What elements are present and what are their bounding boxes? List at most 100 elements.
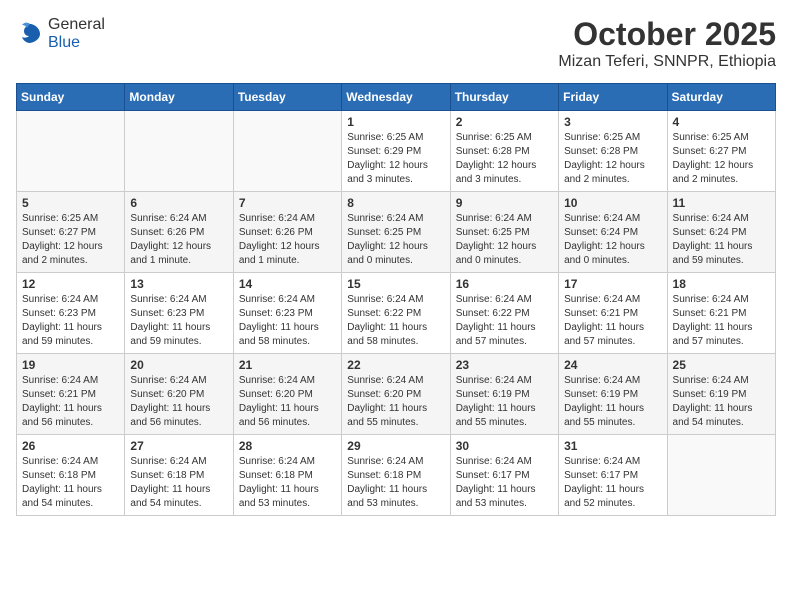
- table-row: 8 Sunrise: 6:24 AM Sunset: 6:25 PM Daylig…: [342, 192, 450, 273]
- calendar-week-row: 19 Sunrise: 6:24 AM Sunset: 6:21 PM Dayli…: [17, 354, 776, 435]
- table-row: 1 Sunrise: 6:25 AM Sunset: 6:29 PM Daylig…: [342, 111, 450, 192]
- table-row: 4 Sunrise: 6:25 AM Sunset: 6:27 PM Daylig…: [667, 111, 775, 192]
- day-info: Sunrise: 6:25 AM Sunset: 6:28 PM Dayligh…: [456, 131, 553, 187]
- day-info: Sunrise: 6:24 AM Sunset: 6:18 PM Dayligh…: [239, 455, 336, 511]
- logo-text: General Blue: [48, 16, 105, 52]
- day-number: 5: [22, 196, 119, 210]
- day-number: 30: [456, 439, 553, 453]
- day-info: Sunrise: 6:24 AM Sunset: 6:18 PM Dayligh…: [22, 455, 119, 511]
- day-number: 12: [22, 277, 119, 291]
- col-friday: Friday: [559, 84, 667, 111]
- table-row: 12 Sunrise: 6:24 AM Sunset: 6:23 PM Dayli…: [17, 273, 125, 354]
- table-row: 24Sunrise: 6:24 AM Sunset: 6:19 PM Dayli…: [559, 354, 667, 435]
- day-info: Sunrise: 6:24 AM Sunset: 6:20 PM Dayligh…: [239, 374, 336, 430]
- day-info: Sunrise: 6:24 AM Sunset: 6:19 PM Dayligh…: [564, 374, 661, 430]
- day-number: 14: [239, 277, 336, 291]
- day-number: 4: [673, 115, 770, 129]
- table-row: 18 Sunrise: 6:24 AM Sunset: 6:21 PM Dayli…: [667, 273, 775, 354]
- table-row: 9 Sunrise: 6:24 AM Sunset: 6:25 PM Daylig…: [450, 192, 558, 273]
- table-row: 2 Sunrise: 6:25 AM Sunset: 6:28 PM Daylig…: [450, 111, 558, 192]
- table-row: [125, 111, 233, 192]
- day-number: 26: [22, 439, 119, 453]
- day-info: Sunrise: 6:24 AM Sunset: 6:24 PM Dayligh…: [673, 212, 770, 268]
- day-info: Sunrise: 6:24 AM Sunset: 6:21 PM Dayligh…: [673, 293, 770, 349]
- day-number: 23: [456, 358, 553, 372]
- page-subtitle: Mizan Teferi, SNNPR, Ethiopia: [558, 53, 776, 71]
- logo: General Blue: [16, 16, 105, 52]
- col-thursday: Thursday: [450, 84, 558, 111]
- table-row: 27 Sunrise: 6:24 AM Sunset: 6:18 PM Dayli…: [125, 435, 233, 516]
- logo-general: General: [48, 16, 105, 33]
- table-row: 26 Sunrise: 6:24 AM Sunset: 6:18 PM Dayli…: [17, 435, 125, 516]
- day-info: Sunrise: 6:24 AM Sunset: 6:23 PM Dayligh…: [22, 293, 119, 349]
- day-number: 8: [347, 196, 444, 210]
- table-row: 14 Sunrise: 6:24 AM Sunset: 6:23 PM Dayli…: [233, 273, 341, 354]
- day-info: Sunrise: 6:24 AM Sunset: 6:17 PM Dayligh…: [564, 455, 661, 511]
- day-info: Sunrise: 6:25 AM Sunset: 6:28 PM Dayligh…: [564, 131, 661, 187]
- day-info: Sunrise: 6:24 AM Sunset: 6:25 PM Dayligh…: [456, 212, 553, 268]
- day-info: Sunrise: 6:24 AM Sunset: 6:18 PM Dayligh…: [130, 455, 227, 511]
- day-number: 3: [564, 115, 661, 129]
- table-row: 20Sunrise: 6:24 AM Sunset: 6:20 PM Dayli…: [125, 354, 233, 435]
- day-number: 18: [673, 277, 770, 291]
- table-row: 15 Sunrise: 6:24 AM Sunset: 6:22 PM Dayli…: [342, 273, 450, 354]
- day-info: Sunrise: 6:24 AM Sunset: 6:21 PM Dayligh…: [22, 374, 119, 430]
- day-number: 13: [130, 277, 227, 291]
- table-row: [17, 111, 125, 192]
- table-row: 31 Sunrise: 6:24 AM Sunset: 6:17 PM Dayli…: [559, 435, 667, 516]
- day-info: Sunrise: 6:25 AM Sunset: 6:29 PM Dayligh…: [347, 131, 444, 187]
- day-info: Sunrise: 6:24 AM Sunset: 6:17 PM Dayligh…: [456, 455, 553, 511]
- day-number: 29: [347, 439, 444, 453]
- day-info: Sunrise: 6:24 AM Sunset: 6:26 PM Dayligh…: [239, 212, 336, 268]
- table-row: 16Sunrise: 6:24 AM Sunset: 6:22 PM Dayli…: [450, 273, 558, 354]
- table-row: 11Sunrise: 6:24 AM Sunset: 6:24 PM Dayli…: [667, 192, 775, 273]
- day-info: Sunrise: 6:24 AM Sunset: 6:20 PM Dayligh…: [347, 374, 444, 430]
- day-info: Sunrise: 6:24 AM Sunset: 6:18 PM Dayligh…: [347, 455, 444, 511]
- day-number: 2: [456, 115, 553, 129]
- calendar-week-row: 26 Sunrise: 6:24 AM Sunset: 6:18 PM Dayli…: [17, 435, 776, 516]
- day-info: Sunrise: 6:24 AM Sunset: 6:22 PM Dayligh…: [347, 293, 444, 349]
- table-row: 25 Sunrise: 6:24 AM Sunset: 6:19 PM Dayli…: [667, 354, 775, 435]
- table-row: 10 Sunrise: 6:24 AM Sunset: 6:24 PM Dayli…: [559, 192, 667, 273]
- day-number: 21: [239, 358, 336, 372]
- table-row: 5 Sunrise: 6:25 AM Sunset: 6:27 PM Daylig…: [17, 192, 125, 273]
- table-row: 17 Sunrise: 6:24 AM Sunset: 6:21 PM Dayli…: [559, 273, 667, 354]
- day-number: 19: [22, 358, 119, 372]
- day-number: 31: [564, 439, 661, 453]
- day-info: Sunrise: 6:24 AM Sunset: 6:23 PM Dayligh…: [239, 293, 336, 349]
- day-number: 25: [673, 358, 770, 372]
- calendar-week-row: 1 Sunrise: 6:25 AM Sunset: 6:29 PM Daylig…: [17, 111, 776, 192]
- col-monday: Monday: [125, 84, 233, 111]
- col-wednesday: Wednesday: [342, 84, 450, 111]
- col-sunday: Sunday: [17, 84, 125, 111]
- day-info: Sunrise: 6:25 AM Sunset: 6:27 PM Dayligh…: [673, 131, 770, 187]
- day-number: 6: [130, 196, 227, 210]
- day-number: 22: [347, 358, 444, 372]
- day-info: Sunrise: 6:24 AM Sunset: 6:24 PM Dayligh…: [564, 212, 661, 268]
- day-info: Sunrise: 6:24 AM Sunset: 6:25 PM Dayligh…: [347, 212, 444, 268]
- day-number: 17: [564, 277, 661, 291]
- calendar-week-row: 12 Sunrise: 6:24 AM Sunset: 6:23 PM Dayli…: [17, 273, 776, 354]
- day-number: 1: [347, 115, 444, 129]
- table-row: 29 Sunrise: 6:24 AM Sunset: 6:18 PM Dayli…: [342, 435, 450, 516]
- table-row: 30 Sunrise: 6:24 AM Sunset: 6:17 PM Dayli…: [450, 435, 558, 516]
- day-number: 10: [564, 196, 661, 210]
- table-row: 23 Sunrise: 6:24 AM Sunset: 6:19 PM Dayli…: [450, 354, 558, 435]
- day-number: 15: [347, 277, 444, 291]
- day-number: 20: [130, 358, 227, 372]
- day-info: Sunrise: 6:24 AM Sunset: 6:19 PM Dayligh…: [673, 374, 770, 430]
- day-info: Sunrise: 6:24 AM Sunset: 6:19 PM Dayligh…: [456, 374, 553, 430]
- day-info: Sunrise: 6:25 AM Sunset: 6:27 PM Dayligh…: [22, 212, 119, 268]
- table-row: 19 Sunrise: 6:24 AM Sunset: 6:21 PM Dayli…: [17, 354, 125, 435]
- calendar-table: Sunday Monday Tuesday Wednesday Thursday…: [16, 83, 776, 516]
- col-saturday: Saturday: [667, 84, 775, 111]
- table-row: 13Sunrise: 6:24 AM Sunset: 6:23 PM Dayli…: [125, 273, 233, 354]
- title-block: October 2025 Mizan Teferi, SNNPR, Ethiop…: [558, 16, 776, 71]
- table-row: 22 Sunrise: 6:24 AM Sunset: 6:20 PM Dayli…: [342, 354, 450, 435]
- day-number: 27: [130, 439, 227, 453]
- logo-icon: [16, 20, 44, 48]
- day-number: 28: [239, 439, 336, 453]
- day-info: Sunrise: 6:24 AM Sunset: 6:21 PM Dayligh…: [564, 293, 661, 349]
- day-number: 9: [456, 196, 553, 210]
- page-header: General Blue October 2025 Mizan Teferi, …: [16, 16, 776, 71]
